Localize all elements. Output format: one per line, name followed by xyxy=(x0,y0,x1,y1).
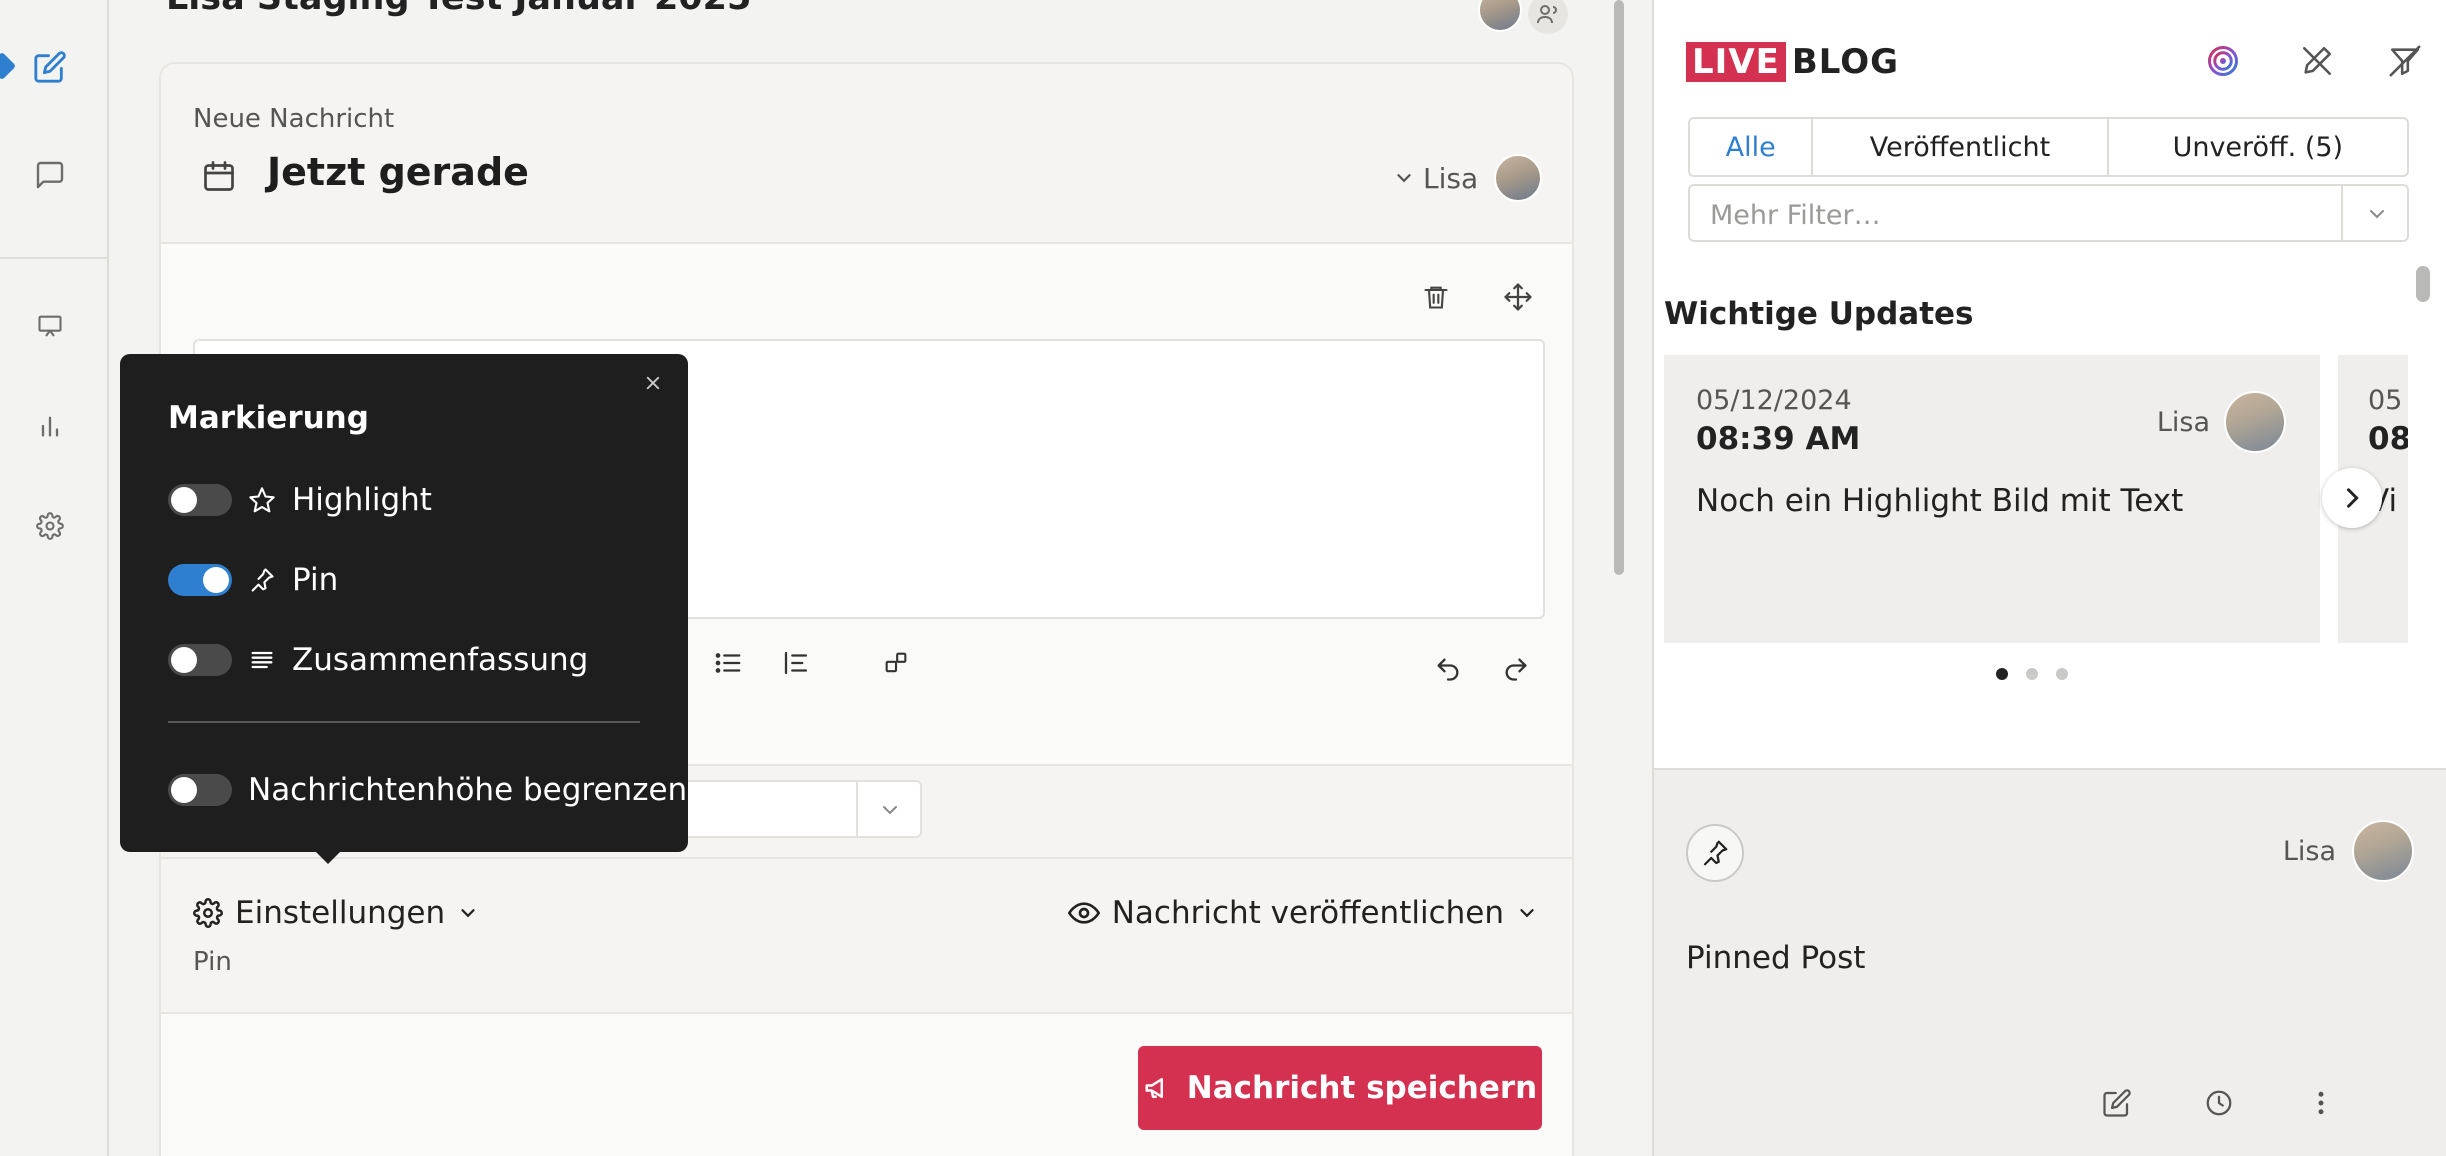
carousel-dot[interactable] xyxy=(1996,668,2008,680)
highlight-toggle[interactable] xyxy=(168,484,232,516)
text-lines-icon xyxy=(251,651,273,669)
tab-alle[interactable]: Alle xyxy=(1690,119,1814,175)
carousel-dot[interactable] xyxy=(2026,668,2038,680)
author-name: Lisa xyxy=(2156,406,2210,438)
highlight-option[interactable]: Highlight xyxy=(168,482,432,518)
publish-label: Nachricht veröffentlichen xyxy=(1111,895,1504,931)
more-filter-select[interactable]: Mehr Filter… xyxy=(1688,184,2409,242)
option-label: Highlight xyxy=(292,482,432,518)
gear-icon xyxy=(193,898,223,928)
edit-icon[interactable] xyxy=(2094,1080,2140,1126)
highlight-text: Noch ein Highlight Bild mit Text xyxy=(1696,483,2184,519)
settings-summary: Pin xyxy=(193,947,232,977)
tab-unpublished[interactable]: Unveröff. (5) xyxy=(2109,119,2407,175)
carousel-next-button[interactable] xyxy=(2322,468,2382,528)
logo-live: LIVE xyxy=(1686,42,1786,82)
settings-label: Einstellungen xyxy=(235,895,446,931)
undo-icon[interactable] xyxy=(1425,646,1471,692)
redo-icon[interactable] xyxy=(1493,646,1539,692)
message-header: Neue Nachricht Jetzt gerade Lisa xyxy=(161,64,1572,244)
scrollbar[interactable] xyxy=(1614,0,1624,575)
move-icon[interactable] xyxy=(1495,274,1541,320)
trash-icon[interactable] xyxy=(1413,274,1459,320)
chevron-right-icon xyxy=(2347,488,2359,508)
megaphone-icon xyxy=(1145,1078,1163,1098)
scrollbar[interactable] xyxy=(2416,266,2430,302)
indent-icon[interactable] xyxy=(773,640,819,686)
liveblog-logo: LIVE BLOG xyxy=(1686,42,1899,82)
comments-icon[interactable] xyxy=(25,150,75,200)
swirl-icon[interactable] xyxy=(2200,38,2246,84)
highlight-time: 08:39 AM xyxy=(1696,421,1861,457)
avatar xyxy=(2352,820,2414,882)
author-select[interactable]: Lisa xyxy=(1393,154,1543,202)
new-message-label: Neue Nachricht xyxy=(193,104,395,134)
left-rail xyxy=(0,0,109,1156)
pin-toggle[interactable] xyxy=(168,564,232,596)
filter-off-icon[interactable] xyxy=(2382,38,2428,84)
author-name: Lisa xyxy=(1423,161,1479,195)
page-title: Lisa Staging Test Januar 2025 xyxy=(166,0,751,18)
pin-icon xyxy=(251,568,274,592)
embed-icon[interactable] xyxy=(873,640,919,686)
settings-zone: Einstellungen Pin Nachricht veröffentlic… xyxy=(161,859,1572,1014)
highlight-card[interactable]: 05/12/2024 08:39 AM Lisa Noch ein Highli… xyxy=(1664,355,2320,643)
highlight-time: 08 xyxy=(2368,421,2408,457)
summary-toggle[interactable] xyxy=(168,644,232,676)
presentation-icon[interactable] xyxy=(25,301,75,351)
post-text: Pinned Post xyxy=(1686,940,1866,976)
save-button[interactable]: Nachricht speichern xyxy=(1138,1046,1542,1130)
more-icon[interactable] xyxy=(2298,1080,2344,1126)
filter-placeholder: Mehr Filter… xyxy=(1710,200,1881,231)
rail-divider xyxy=(0,257,109,259)
pin-option[interactable]: Pin xyxy=(168,562,338,598)
popover-title: Markierung xyxy=(168,400,369,436)
carousel-dot[interactable] xyxy=(2056,668,2068,680)
highlight-date: 05/12/2024 xyxy=(1696,385,1852,416)
clock-icon[interactable] xyxy=(2196,1080,2242,1126)
post-author: Lisa xyxy=(2283,820,2414,882)
close-icon[interactable] xyxy=(638,368,668,398)
active-indicator xyxy=(0,51,17,81)
avatar xyxy=(2224,391,2286,453)
chevron-down-icon xyxy=(883,806,897,815)
pin-icon[interactable] xyxy=(1686,824,1744,882)
summary-option[interactable]: Zusammenfassung xyxy=(168,642,588,678)
section-title: Wichtige Updates xyxy=(1664,296,1974,332)
option-label: Pin xyxy=(292,562,339,598)
gear-icon[interactable] xyxy=(25,501,75,551)
filter-tabs: Alle Veröffentlicht Unveröff. (5) xyxy=(1688,117,2409,177)
bullet-list-icon[interactable] xyxy=(705,640,751,686)
option-label: Nachrichtenhöhe begrenzen xyxy=(248,772,688,808)
markierung-popover: Markierung Highlight Pin Zusammenfassung… xyxy=(120,354,688,864)
author-name: Lisa xyxy=(2282,835,2336,867)
limit-height-toggle[interactable] xyxy=(168,774,232,806)
publish-select[interactable]: Nachricht veröffentlichen xyxy=(1067,895,1538,931)
logo-blog: BLOG xyxy=(1791,42,1900,82)
chevron-down-icon xyxy=(461,909,475,918)
category-select[interactable] xyxy=(666,780,922,838)
calendar-icon[interactable] xyxy=(201,158,237,194)
limit-height-option[interactable]: Nachrichtenhöhe begrenzen xyxy=(168,772,687,808)
edit-icon[interactable] xyxy=(25,42,75,92)
stats-icon[interactable] xyxy=(25,401,75,451)
edit-off-icon[interactable] xyxy=(2294,38,2340,84)
option-label: Zusammenfassung xyxy=(292,642,589,678)
highlight-date: 05 xyxy=(2368,385,2403,416)
tab-published[interactable]: Veröffentlicht xyxy=(1813,119,2109,175)
eye-icon xyxy=(1067,902,1100,924)
avatar xyxy=(1494,154,1543,202)
save-label: Nachricht speichern xyxy=(1186,1070,1538,1106)
star-icon xyxy=(249,487,275,513)
chevron-down-icon xyxy=(1397,174,1411,183)
popover-divider xyxy=(168,721,640,723)
chevron-down-icon xyxy=(1520,909,1534,918)
settings-toggle[interactable]: Einstellungen xyxy=(193,895,479,931)
liveblog-panel: LIVE BLOG Alle Veröffentlicht Unveröff. … xyxy=(1652,0,2446,1156)
highlight-author: Lisa xyxy=(2157,391,2286,453)
post-card: Lisa Pinned Post xyxy=(1654,768,2446,1156)
timestamp-title[interactable]: Jetzt gerade xyxy=(267,150,529,194)
chevron-down-icon xyxy=(2370,210,2384,219)
